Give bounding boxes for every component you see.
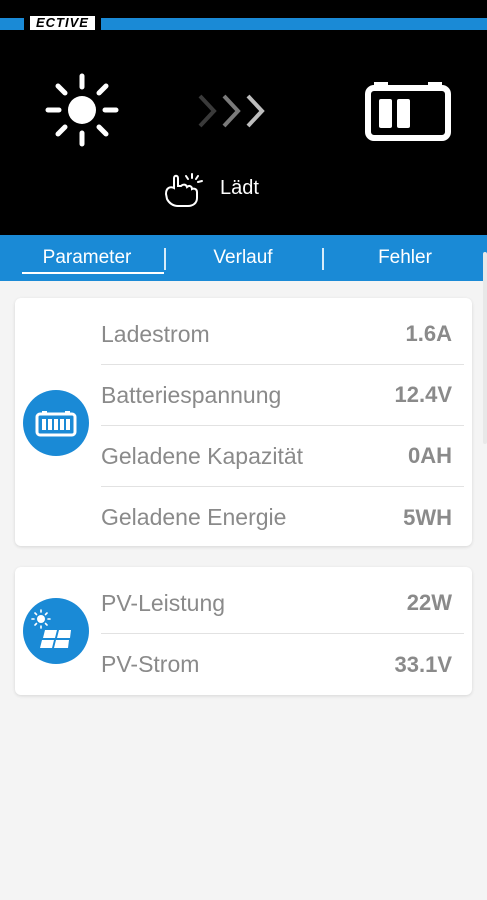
list-item: Geladene Kapazität 0AH — [101, 426, 464, 487]
tab-divider — [164, 248, 166, 270]
battery-badge — [23, 390, 89, 456]
solar-badge — [23, 598, 89, 664]
battery-icon — [365, 82, 451, 141]
touch-hand-icon — [164, 173, 203, 207]
chevrons-right-icon — [198, 94, 265, 128]
list-item: PV-Leistung 22W — [101, 573, 464, 634]
status-text: Lädt — [220, 176, 259, 199]
list-item: Batteriespannung 12.4V — [101, 365, 464, 426]
tab-divider — [322, 248, 324, 270]
parameter-label: PV-Leistung — [101, 589, 226, 616]
parameter-label: Geladene Energie — [101, 504, 287, 530]
parameter-label: Geladene Kapazität — [101, 442, 304, 469]
solar-panel-icon — [31, 609, 71, 648]
scrollbar[interactable] — [483, 252, 487, 444]
parameter-value: 12.4V — [394, 382, 453, 407]
parameter-label: Ladestrom — [101, 320, 210, 347]
parameter-value: 0AH — [407, 443, 452, 468]
battery-parameter-list: Ladestrom 1.6A Batteriespannung 12.4V Ge… — [101, 304, 464, 548]
active-tab-indicator — [22, 272, 164, 274]
list-item: PV-Strom 33.1V — [101, 634, 464, 695]
charging-status: Lädt — [160, 168, 259, 208]
parameter-label: Batteriespannung — [101, 381, 282, 408]
battery-card: Ladestrom 1.6A Batteriespannung 12.4V Ge… — [15, 298, 472, 546]
parameter-value: 1.6A — [405, 321, 452, 346]
brand-name: ECTIVE — [30, 16, 95, 30]
parameter-label: PV-Strom — [101, 651, 200, 677]
tab-verlauf[interactable]: Verlauf — [168, 235, 318, 281]
pv-parameter-list: PV-Leistung 22W PV-Strom 33.1V — [101, 573, 464, 695]
pv-card: PV-Leistung 22W PV-Strom 33.1V — [15, 567, 472, 695]
parameter-value: 33.1V — [394, 651, 453, 677]
brand-logo: ECTIVE — [24, 14, 101, 32]
sun-icon — [45, 73, 119, 147]
parameter-value: 5WH — [403, 504, 452, 530]
tab-parameter[interactable]: Parameter — [12, 235, 162, 281]
tab-bar: Parameter Verlauf Fehler — [0, 235, 487, 281]
parameter-value: 22W — [406, 590, 452, 615]
status-header: ECTIVE Lädt — [0, 0, 487, 235]
battery-icon — [35, 411, 77, 437]
list-item: Ladestrom 1.6A — [101, 304, 464, 365]
list-item: Geladene Energie 5WH — [101, 487, 464, 548]
tab-fehler[interactable]: Fehler — [330, 235, 480, 281]
